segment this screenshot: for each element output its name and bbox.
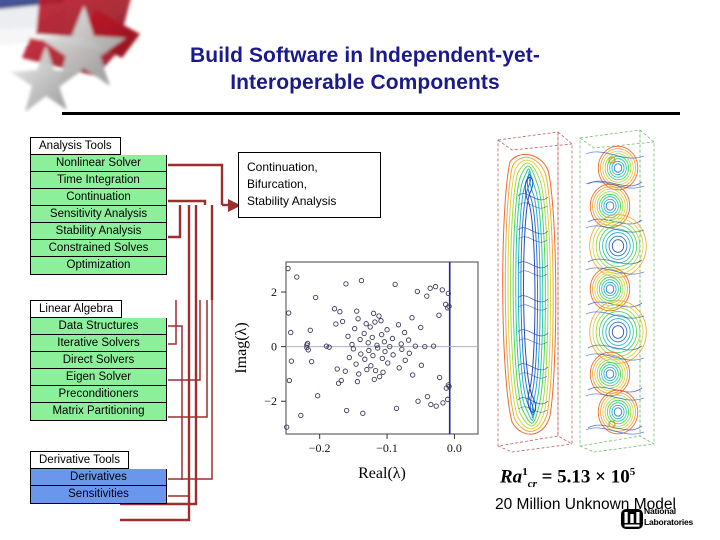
svg-text:0.0: 0.0 <box>447 441 462 455</box>
svg-text:Real(λ): Real(λ) <box>358 465 406 482</box>
equation-rhs: = 5.13 × 10 <box>541 466 630 488</box>
component-item[interactable]: Stability Analysis <box>31 223 166 240</box>
component-item[interactable]: Preconditioners <box>31 386 166 403</box>
sandia-national-laboratories-logo: National Laboratories <box>620 506 720 538</box>
slide-canvas: Build Software in Independent-yet- Inter… <box>0 0 720 540</box>
component-item[interactable]: Continuation <box>31 189 166 206</box>
group-items-linear-algebra: Data Structures Iterative Solvers Direct… <box>30 318 167 421</box>
svg-text:Imag(λ): Imag(λ) <box>233 322 250 373</box>
component-item[interactable]: Nonlinear Solver <box>31 155 166 172</box>
equation-exponent: 5 <box>629 466 636 478</box>
component-group-linear-algebra: Linear Algebra Data Structures Iterative… <box>30 299 167 421</box>
component-group-analysis-tools: Analysis Tools Nonlinear Solver Time Int… <box>30 136 167 275</box>
svg-text:2: 2 <box>271 285 277 299</box>
page-title: Build Software in Independent-yet- Inter… <box>110 42 620 96</box>
cfd-contour-panel-right <box>570 124 662 456</box>
callout-line1: Continuation, <box>247 160 318 174</box>
component-item[interactable]: Eigen Solver <box>31 369 166 386</box>
equation-subscript: cr <box>527 478 537 491</box>
svg-text:−0.2: −0.2 <box>309 441 331 455</box>
group-items-derivative-tools: Derivatives Sensitivities <box>30 469 167 504</box>
svg-text:−2: −2 <box>264 394 277 408</box>
svg-text:−0.1: −0.1 <box>376 441 398 455</box>
component-item[interactable]: Iterative Solvers <box>31 335 166 352</box>
callout-line3: Stability Analysis <box>247 194 337 208</box>
component-item[interactable]: Time Integration <box>31 172 166 189</box>
equation-superscript: 1 <box>522 466 528 478</box>
component-item[interactable]: Sensitivities <box>31 486 166 503</box>
eigenvalue-spectrum-chart: −0.2 −0.1 0.0 −2 0 2 Real(λ) Imag(λ) <box>228 252 486 487</box>
callout-line2: Bifurcation, <box>247 177 308 191</box>
page-title-line2: Interoperable Components <box>230 71 500 94</box>
component-item[interactable]: Direct Solvers <box>31 352 166 369</box>
page-title-line1: Build Software in Independent-yet- <box>190 44 540 67</box>
logo-wordmark: National Laboratories <box>644 506 693 528</box>
cfd-contour-panel-left <box>488 126 580 456</box>
group-items-analysis-tools: Nonlinear Solver Time Integration Contin… <box>30 155 167 275</box>
group-header-linear-algebra: Linear Algebra <box>30 300 123 318</box>
group-header-analysis-tools: Analysis Tools <box>30 137 121 155</box>
component-item[interactable]: Derivatives <box>31 469 166 486</box>
thunderbird-logo-icon <box>621 509 643 529</box>
rayleigh-number-equation: Ra1cr = 5.13 × 105 <box>500 466 635 490</box>
component-item[interactable]: Constrained Solves <box>31 240 166 257</box>
logo-line2: Laboratories <box>644 517 694 527</box>
component-item[interactable]: Matrix Partitioning <box>31 403 166 420</box>
equation-symbol: Ra <box>500 466 523 488</box>
title-divider <box>62 112 680 115</box>
callout-box: Continuation, Bifurcation, Stability Ana… <box>238 152 381 218</box>
group-header-derivative-tools: Derivative Tools <box>30 451 129 469</box>
component-item[interactable]: Data Structures <box>31 318 166 335</box>
component-item[interactable]: Optimization <box>31 257 166 274</box>
svg-text:0: 0 <box>271 340 277 354</box>
component-item[interactable]: Sensitivity Analysis <box>31 206 166 223</box>
component-group-derivative-tools: Derivative Tools Derivatives Sensitiviti… <box>30 450 167 504</box>
logo-line1: National <box>644 506 676 516</box>
